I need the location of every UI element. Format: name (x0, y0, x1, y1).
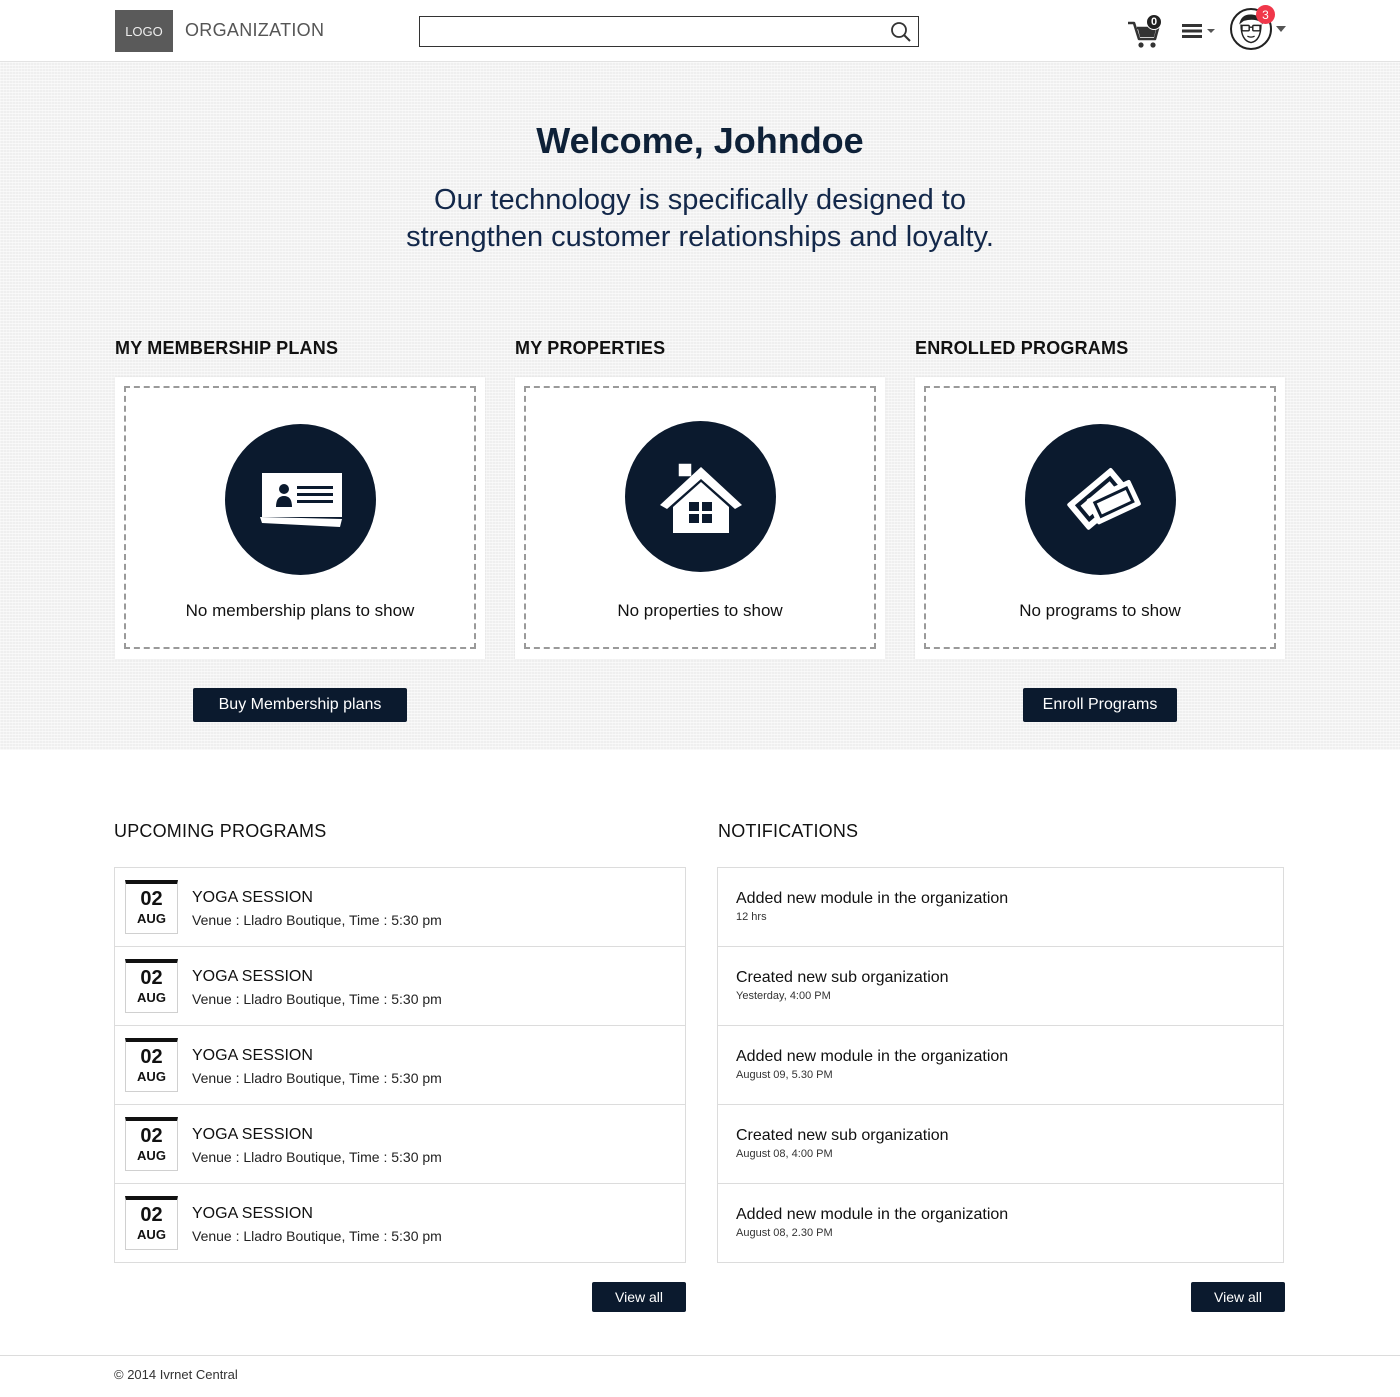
footer-divider (0, 1355, 1400, 1356)
properties-icon-circle (625, 421, 776, 572)
notification-text: Added new module in the organization (736, 890, 1009, 907)
avatar-dropdown-caret[interactable] (1276, 26, 1286, 32)
program-details: Venue : Lladro Boutique, Time : 5:30 pm (192, 1228, 442, 1244)
program-details: Venue : Lladro Boutique, Time : 5:30 pm (192, 1070, 442, 1086)
date-month: AUG (137, 911, 166, 926)
upcoming-programs-list: 02 AUG YOGA SESSION Venue : Lladro Bouti… (114, 867, 686, 1263)
programs-icon-circle (1025, 424, 1176, 575)
notification-text: Created new sub organization (736, 1127, 949, 1144)
buy-membership-button[interactable]: Buy Membership plans (193, 688, 407, 722)
notification-text: Added new module in the organization (736, 1048, 1009, 1065)
notification-time: Yesterday, 4:00 PM (736, 990, 831, 1002)
programs-empty-state: No programs to show (924, 386, 1276, 649)
membership-section-title: MY MEMBERSHIP PLANS (115, 338, 339, 358)
properties-section-title: MY PROPERTIES (515, 338, 666, 358)
date-day: 02 (140, 888, 163, 910)
date-tile: 02 AUG (125, 1196, 178, 1250)
notification-time: August 09, 5.30 PM (736, 1069, 833, 1081)
membership-empty-text: No membership plans to show (185, 601, 415, 620)
cart-count-badge: 0 (1146, 14, 1162, 30)
program-title: YOGA SESSION (192, 1126, 313, 1143)
membership-card: No membership plans to show (115, 377, 485, 659)
notifications-title: NOTIFICATIONS (718, 821, 859, 841)
dashboard-hero: Welcome, Johndoe Our technology is speci… (0, 62, 1400, 750)
list-item[interactable]: 02 AUG YOGA SESSION Venue : Lladro Bouti… (115, 947, 685, 1026)
properties-empty-state: No properties to show (524, 386, 876, 649)
search-input[interactable] (420, 17, 880, 46)
program-details: Venue : Lladro Boutique, Time : 5:30 pm (192, 991, 442, 1007)
date-tile: 02 AUG (125, 959, 178, 1013)
list-item[interactable]: 02 AUG YOGA SESSION Venue : Lladro Bouti… (115, 1026, 685, 1105)
program-title: YOGA SESSION (192, 889, 313, 906)
properties-empty-text: No properties to show (617, 601, 783, 620)
date-tile: 02 AUG (125, 1117, 178, 1171)
list-item[interactable]: Added new module in the organization Aug… (718, 1026, 1283, 1105)
tagline-line-1: Our technology is specifically designed … (434, 184, 966, 216)
date-month: AUG (137, 990, 166, 1005)
date-month: AUG (137, 1148, 166, 1163)
list-item[interactable]: 02 AUG YOGA SESSION Venue : Lladro Bouti… (115, 868, 685, 947)
date-tile: 02 AUG (125, 880, 178, 934)
notification-time: 12 hrs (736, 911, 767, 923)
membership-icon-circle (225, 424, 376, 575)
list-item[interactable]: 02 AUG YOGA SESSION Venue : Lladro Bouti… (115, 1184, 685, 1263)
list-item[interactable]: 02 AUG YOGA SESSION Venue : Lladro Bouti… (115, 1105, 685, 1184)
date-month: AUG (137, 1069, 166, 1084)
program-title: YOGA SESSION (192, 968, 313, 985)
menu-icon[interactable] (1182, 22, 1218, 40)
membership-empty-state: No membership plans to show (124, 386, 476, 649)
programs-card: No programs to show (915, 377, 1285, 659)
program-title: YOGA SESSION (192, 1047, 313, 1064)
date-tile: 02 AUG (125, 1038, 178, 1092)
program-title: YOGA SESSION (192, 1205, 313, 1222)
search-icon[interactable] (890, 21, 912, 43)
id-card-icon (259, 472, 342, 527)
tagline-line-2: strengthen customer relationships and lo… (406, 221, 994, 253)
upcoming-programs-title: UPCOMING PROGRAMS (114, 821, 327, 841)
program-details: Venue : Lladro Boutique, Time : 5:30 pm (192, 912, 442, 928)
list-item[interactable]: Created new sub organization Yesterday, … (718, 947, 1283, 1026)
footer-copyright: © 2014 Ivrnet Central (114, 1367, 238, 1382)
organization-name: ORGANIZATION (185, 20, 325, 40)
tagline: Our technology is specifically designed … (350, 182, 1050, 256)
date-day: 02 (140, 1125, 163, 1147)
notification-text: Created new sub organization (736, 969, 949, 986)
upcoming-view-all-button[interactable]: View all (592, 1282, 686, 1312)
tickets-icon (1066, 467, 1141, 530)
list-item[interactable]: Added new module in the organization 12 … (718, 868, 1283, 947)
programs-section-title: ENROLLED PROGRAMS (915, 338, 1129, 358)
list-item[interactable]: Created new sub organization August 08, … (718, 1105, 1283, 1184)
list-item[interactable]: Added new module in the organization Aug… (718, 1184, 1283, 1263)
notification-time: August 08, 2.30 PM (736, 1227, 833, 1239)
date-day: 02 (140, 1046, 163, 1068)
notifications-view-all-button[interactable]: View all (1191, 1282, 1285, 1312)
date-month: AUG (137, 1227, 166, 1242)
house-icon (659, 461, 742, 533)
notification-time: August 08, 4:00 PM (736, 1148, 833, 1160)
programs-empty-text: No programs to show (1019, 601, 1181, 620)
search-bar (419, 16, 919, 47)
properties-card: No properties to show (515, 377, 885, 659)
notifications-list: Added new module in the organization 12 … (717, 867, 1284, 1263)
enroll-programs-button[interactable]: Enroll Programs (1023, 688, 1177, 722)
top-header: LOGO ORGANIZATION 0 3 (0, 0, 1400, 62)
notification-count-badge: 3 (1256, 5, 1275, 24)
notification-text: Added new module in the organization (736, 1206, 1009, 1223)
logo[interactable]: LOGO (115, 10, 173, 52)
welcome-heading: Welcome, Johndoe (536, 120, 864, 161)
program-details: Venue : Lladro Boutique, Time : 5:30 pm (192, 1149, 442, 1165)
date-day: 02 (140, 1204, 163, 1226)
date-day: 02 (140, 967, 163, 989)
